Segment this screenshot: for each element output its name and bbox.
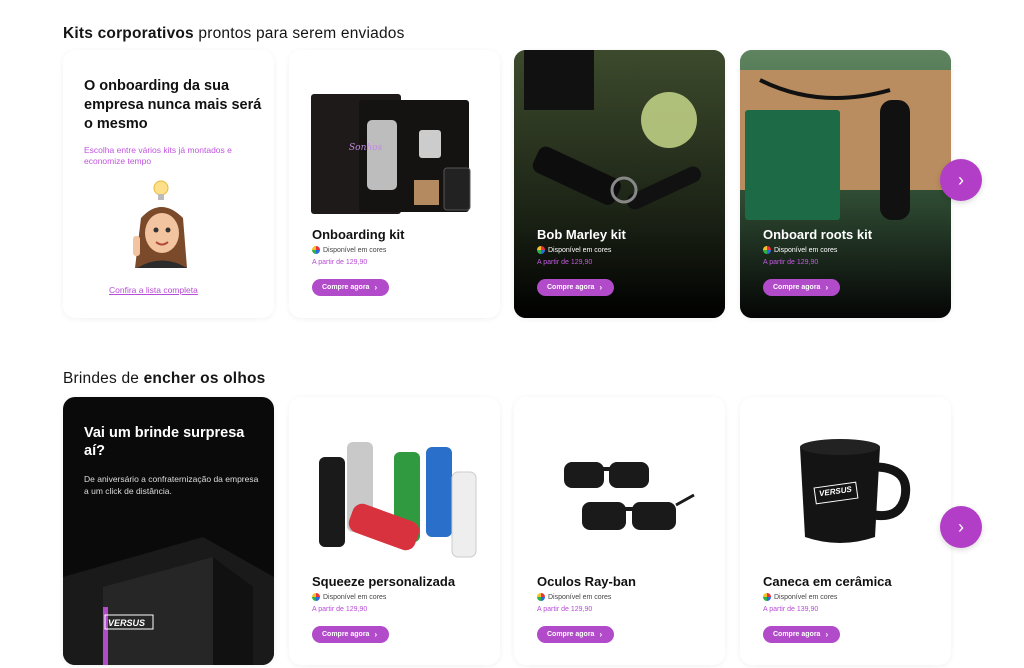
product-price: A partir de 129,90 xyxy=(537,606,593,613)
bob-marley-kit-image xyxy=(514,50,725,318)
product-price: A partir de 129,90 xyxy=(312,606,368,613)
buy-button[interactable]: Compre agora › xyxy=(763,626,841,643)
buy-button[interactable]: Compre agora › xyxy=(312,626,390,643)
color-wheel-icon xyxy=(312,246,320,254)
promo-heading: Vai um brinde surpresa aí? xyxy=(84,425,245,459)
mug-image xyxy=(800,439,911,543)
product-availability: Disponível em cores xyxy=(763,246,837,254)
avatar-lightbulb-illustration xyxy=(133,180,187,268)
section-title-kits: Kits corporativos prontos para serem env… xyxy=(63,25,405,43)
kits-promo-card: O onboarding da sua empresa nunca mais s… xyxy=(63,50,274,318)
promo-text: De aniversário a confraternização da emp… xyxy=(84,474,259,496)
box-logo: VERSUS xyxy=(108,618,146,628)
color-wheel-icon xyxy=(763,593,771,601)
chevron-right-icon: › xyxy=(599,283,603,292)
color-wheel-icon xyxy=(537,246,545,254)
product-name: Squeeze personalizada xyxy=(312,574,456,589)
product-name: Caneca em cerâmica xyxy=(763,574,892,589)
chevron-right-icon: › xyxy=(374,283,378,292)
product-availability: Disponível em cores xyxy=(537,246,611,254)
section-title-rest: Brindes de xyxy=(63,370,144,387)
availability-text: Disponível em cores xyxy=(774,246,838,254)
section-title-brindes: Brindes de encher os olhos xyxy=(63,370,265,388)
gift-box-illustration xyxy=(63,537,274,665)
onboard-roots-kit-image xyxy=(740,50,951,318)
buy-button[interactable]: Compre agora › xyxy=(537,279,615,296)
buy-button[interactable]: Compre agora › xyxy=(763,279,841,296)
product-name: Onboard roots kit xyxy=(763,227,873,242)
section-title-bold: Kits corporativos xyxy=(63,25,194,42)
buy-button-label: Compre agora xyxy=(547,631,595,638)
buy-button-label: Compre agora xyxy=(773,284,821,291)
product-availability: Disponível em cores xyxy=(312,246,386,254)
product-name: Bob Marley kit xyxy=(537,227,626,242)
svg-text:Sonhos: Sonhos xyxy=(349,143,383,153)
chevron-right-icon: › xyxy=(825,630,829,639)
buy-button[interactable]: Compre agora › xyxy=(537,626,615,643)
kits-next-button[interactable]: › xyxy=(940,159,982,201)
gifts-next-button[interactable]: › xyxy=(940,506,982,548)
gifts-row: Vai um brinde surpresa aí? De aniversári… xyxy=(63,397,963,667)
availability-text: Disponível em cores xyxy=(548,593,612,601)
promo-heading: O onboarding da sua empresa nunca mais s… xyxy=(84,78,262,132)
promo-list-link[interactable]: Confira a lista completa xyxy=(109,285,198,295)
product-price: A partir de 129,90 xyxy=(763,259,819,266)
color-wheel-icon xyxy=(763,246,771,254)
availability-text: Disponível em cores xyxy=(774,593,838,601)
product-name: Oculos Ray-ban xyxy=(537,574,636,589)
product-card[interactable]: Squeeze personalizada Disponível em core… xyxy=(289,397,500,665)
buy-button-label: Compre agora xyxy=(773,631,821,638)
onboarding-kit-image: Sonhos xyxy=(311,94,471,214)
chevron-right-icon: › xyxy=(825,283,829,292)
product-card[interactable]: Oculos Ray-ban Disponível em cores A par… xyxy=(514,397,725,665)
product-availability: Disponível em cores xyxy=(537,593,611,601)
product-price: A partir de 129,90 xyxy=(312,259,368,266)
color-wheel-icon xyxy=(537,593,545,601)
gifts-promo-card: Vai um brinde surpresa aí? De aniversári… xyxy=(63,397,274,665)
product-card[interactable]: Sonhos Onboarding kit Disponível em core… xyxy=(289,50,500,318)
chevron-right-icon: › xyxy=(374,630,378,639)
squeeze-bottles-image xyxy=(319,442,477,558)
buy-button[interactable]: Compre agora › xyxy=(312,279,390,296)
buy-button-label: Compre agora xyxy=(322,631,370,638)
section-title-bold: encher os olhos xyxy=(143,370,266,387)
buy-button-label: Compre agora xyxy=(547,284,595,291)
product-price: A partir de 129,90 xyxy=(537,259,593,266)
product-card[interactable]: VERSUS Caneca em cerâmica Disponível em … xyxy=(740,397,951,665)
product-price: A partir de 139,90 xyxy=(763,606,819,613)
product-availability: Disponível em cores xyxy=(312,593,386,601)
availability-text: Disponível em cores xyxy=(323,246,387,254)
promo-text: Escolha entre vários kits já montados e … xyxy=(84,145,232,166)
product-name: Onboarding kit xyxy=(312,227,405,242)
chevron-right-icon: › xyxy=(599,630,603,639)
product-card[interactable]: Onboard roots kit Disponível em cores A … xyxy=(740,50,951,318)
product-card[interactable]: Bob Marley kit Disponível em cores A par… xyxy=(514,50,725,318)
kits-row: O onboarding da sua empresa nunca mais s… xyxy=(63,50,963,320)
sunglasses-image xyxy=(564,462,695,530)
availability-text: Disponível em cores xyxy=(323,593,387,601)
buy-button-label: Compre agora xyxy=(322,284,370,291)
section-title-rest: prontos para serem enviados xyxy=(193,25,405,42)
chevron-right-icon: › xyxy=(958,516,964,537)
product-availability: Disponível em cores xyxy=(763,593,837,601)
availability-text: Disponível em cores xyxy=(548,246,612,254)
color-wheel-icon xyxy=(312,593,320,601)
chevron-right-icon: › xyxy=(958,169,964,190)
